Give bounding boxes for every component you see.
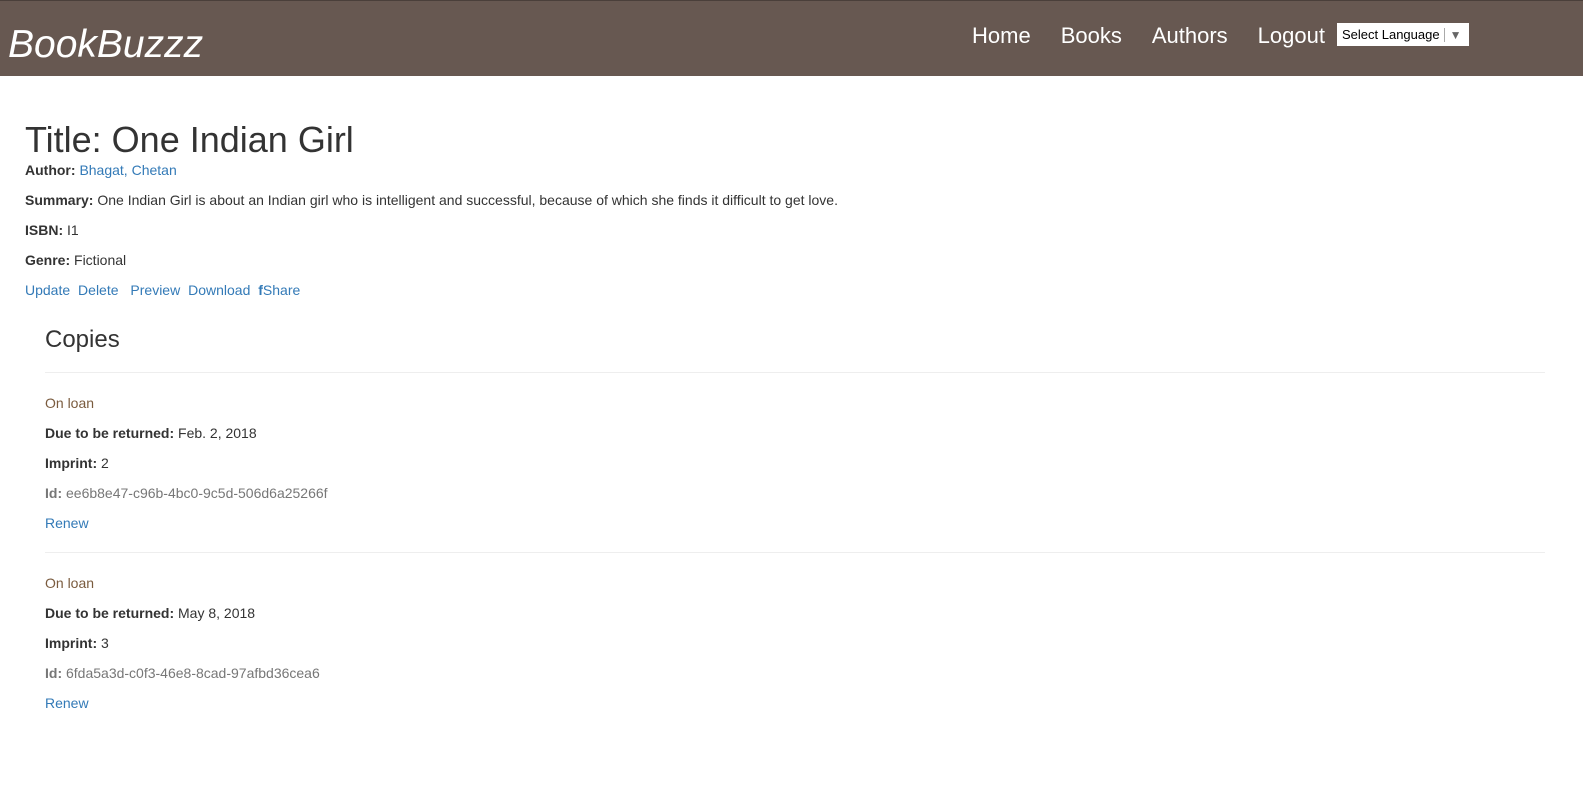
share-label: Share: [262, 282, 301, 298]
chevron-down-icon: ▼: [1449, 27, 1462, 42]
due-value: May 8, 2018: [178, 605, 256, 621]
book-actions: Update Delete Preview Download fShare: [25, 280, 1545, 300]
summary-label: Summary:: [25, 192, 94, 208]
copy-item: On loan Due to be returned: Feb. 2, 2018…: [45, 373, 1545, 533]
author-label: Author:: [25, 162, 76, 178]
due-value: Feb. 2, 2018: [178, 425, 257, 441]
copies-heading: Copies: [45, 326, 120, 353]
page-title: Title: One Indian Girl: [25, 119, 354, 160]
renew-link[interactable]: Renew: [45, 515, 89, 531]
download-link[interactable]: Download: [188, 282, 250, 298]
language-select-label: Select Language: [1342, 27, 1440, 42]
id-row: Id: ee6b8e47-c96b-4bc0-9c5d-506d6a25266f: [45, 483, 1545, 503]
nav-authors-link[interactable]: Authors: [1152, 24, 1228, 48]
copy-status: On loan: [45, 395, 95, 411]
author-link[interactable]: Bhagat, Chetan: [79, 162, 176, 178]
imprint-row: Imprint: 2: [45, 453, 1545, 473]
isbn-row: ISBN: I1: [25, 220, 1545, 240]
genre-label: Genre:: [25, 252, 71, 268]
due-row: Due to be returned: Feb. 2, 2018: [45, 423, 1545, 443]
genre-value: Fictional: [74, 252, 127, 268]
update-link[interactable]: Update: [25, 282, 70, 298]
isbn-value: I1: [67, 222, 79, 238]
genre-row: Genre: Fictional: [25, 250, 1545, 270]
delete-link[interactable]: Delete: [78, 282, 118, 298]
due-label: Due to be returned:: [45, 425, 175, 441]
nav-logout-link[interactable]: Logout: [1258, 24, 1325, 48]
book-detail: Title: One Indian Girl Author: Bhagat, C…: [25, 120, 1545, 300]
select-divider: [1443, 27, 1445, 42]
imprint-value: 3: [101, 635, 109, 651]
copy-status: On loan: [45, 575, 95, 591]
isbn-label: ISBN:: [25, 222, 64, 238]
share-link[interactable]: fShare: [258, 282, 300, 298]
nav-links: Home Books Authors Logout: [972, 24, 1325, 48]
copies-section: Copies On loan Due to be returned: Feb. …: [45, 325, 1545, 713]
nav-home-link[interactable]: Home: [972, 24, 1031, 48]
imprint-row: Imprint: 3: [45, 633, 1545, 653]
top-navbar: BookBuzzz Home Books Authors Logout Sele…: [0, 0, 1583, 76]
preview-link[interactable]: Preview: [130, 282, 180, 298]
author-row: Author: Bhagat, Chetan: [25, 160, 1545, 180]
id-row: Id: 6fda5a3d-c0f3-46e8-8cad-97afbd36cea6: [45, 663, 1545, 683]
imprint-value: 2: [101, 455, 109, 471]
renew-link[interactable]: Renew: [45, 695, 89, 711]
id-label: Id:: [45, 485, 63, 501]
id-value: 6fda5a3d-c0f3-46e8-8cad-97afbd36cea6: [66, 665, 320, 681]
imprint-label: Imprint:: [45, 635, 98, 651]
renew-row: Renew: [45, 513, 1545, 533]
summary-row: Summary: One Indian Girl is about an Ind…: [25, 190, 1545, 210]
id-value: ee6b8e47-c96b-4bc0-9c5d-506d6a25266f: [66, 485, 328, 501]
nav-books-link[interactable]: Books: [1061, 24, 1122, 48]
renew-row: Renew: [45, 693, 1545, 713]
due-label: Due to be returned:: [45, 605, 175, 621]
copy-item: On loan Due to be returned: May 8, 2018 …: [45, 553, 1545, 713]
summary-text: One Indian Girl is about an Indian girl …: [97, 192, 838, 208]
language-select[interactable]: Select Language ▼: [1337, 23, 1469, 46]
brand-logo[interactable]: BookBuzzz: [8, 25, 203, 64]
due-row: Due to be returned: May 8, 2018: [45, 603, 1545, 623]
imprint-label: Imprint:: [45, 455, 98, 471]
id-label: Id:: [45, 665, 63, 681]
